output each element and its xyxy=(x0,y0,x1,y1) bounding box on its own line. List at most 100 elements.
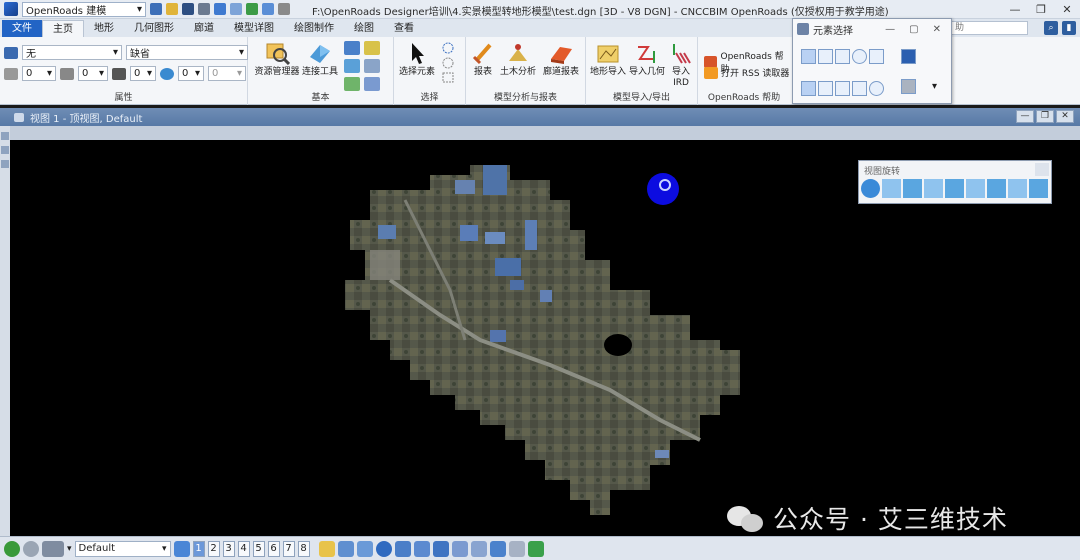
resource-manager-button[interactable]: 资源管理器 xyxy=(254,41,300,78)
new-file-icon[interactable] xyxy=(150,3,162,15)
levels-icon[interactable] xyxy=(364,41,380,55)
view-button-7[interactable]: 7 xyxy=(282,540,295,557)
pin-icon[interactable] xyxy=(246,3,258,15)
corner-tool-icon[interactable] xyxy=(470,540,487,557)
circle-tool-icon[interactable] xyxy=(375,540,392,557)
settings-icon[interactable] xyxy=(508,540,525,557)
redo-icon[interactable] xyxy=(230,3,242,15)
view-minimize-button[interactable]: — xyxy=(1016,110,1034,123)
selection-shape-icons[interactable] xyxy=(440,41,460,87)
priority-field[interactable]: 0 ▾ xyxy=(208,66,246,81)
set-mode-icon[interactable] xyxy=(801,81,816,96)
key-in-icon[interactable] xyxy=(364,77,380,91)
minimize-icon[interactable]: — xyxy=(885,24,895,35)
tab-geometry[interactable]: 几何图形 xyxy=(124,20,184,37)
color-field[interactable]: 0 ▾ xyxy=(22,66,56,81)
clear-selection-icon[interactable] xyxy=(901,49,916,64)
top-view-icon[interactable] xyxy=(882,179,901,198)
view-button-2[interactable]: 2 xyxy=(207,540,220,557)
workspace-dropdown[interactable]: OpenRoads 建模 ▾ xyxy=(22,1,146,17)
line-tool-icon[interactable] xyxy=(337,540,354,557)
tab-drawing[interactable]: 绘图 xyxy=(344,20,384,37)
view-tool-icon[interactable] xyxy=(1,160,9,168)
save-icon[interactable] xyxy=(182,3,194,15)
tab-terrain[interactable]: 地形 xyxy=(84,20,124,37)
shape-method-icon[interactable] xyxy=(835,49,850,64)
tab-home[interactable]: 主页 xyxy=(42,20,84,37)
rotate-view-icon[interactable] xyxy=(861,179,880,198)
back-icon[interactable] xyxy=(4,540,20,557)
view-maximize-button[interactable]: ❐ xyxy=(1036,110,1054,123)
search-icon[interactable]: ⌕ xyxy=(1044,21,1058,35)
view-groups-icon[interactable] xyxy=(42,540,64,557)
front-view-icon[interactable] xyxy=(903,179,922,198)
toggle-mode-icon[interactable] xyxy=(869,81,884,96)
fence-tool-icon[interactable] xyxy=(489,540,506,557)
view-button-6[interactable]: 6 xyxy=(267,540,280,557)
element-selection-dialog[interactable]: 元素选择 — ▢ ✕ ▾ xyxy=(792,18,952,104)
models-icon[interactable] xyxy=(344,41,360,55)
snap-icon[interactable] xyxy=(318,540,335,557)
model-dropdown[interactable]: Default xyxy=(74,540,171,557)
measure-tool-icon[interactable] xyxy=(451,540,468,557)
more-options-icon[interactable]: ▾ xyxy=(932,81,937,92)
rss-reader-button[interactable]: 打开 RSS 读取器 xyxy=(704,66,789,79)
restore-icon[interactable]: ▢ xyxy=(909,24,918,35)
community-icon[interactable]: ▮ xyxy=(1062,21,1076,35)
civil-analysis-button[interactable]: 土木分析 xyxy=(498,41,538,78)
close-icon[interactable] xyxy=(1035,163,1049,176)
circle-method-icon[interactable] xyxy=(852,49,867,64)
line-style-field[interactable]: 0 ▾ xyxy=(78,66,108,81)
views-dialog-icon[interactable] xyxy=(173,540,190,557)
left-view-icon[interactable] xyxy=(966,179,985,198)
block-method-icon[interactable] xyxy=(818,49,833,64)
tab-drawing-production[interactable]: 绘图制作 xyxy=(284,20,344,37)
close-icon[interactable]: ✕ xyxy=(933,24,941,35)
line-weight-field[interactable]: 0 ▾ xyxy=(130,66,156,81)
view-tool-icon[interactable] xyxy=(1,146,9,154)
line-method-icon[interactable] xyxy=(869,49,884,64)
level-dropdown[interactable]: 无 ▾ xyxy=(22,45,122,60)
print-icon[interactable] xyxy=(198,3,210,15)
app-logo-icon[interactable] xyxy=(4,2,18,16)
isometric-view-icon[interactable] xyxy=(1008,179,1027,198)
invert-mode-icon[interactable] xyxy=(852,81,867,96)
references-icon[interactable] xyxy=(344,59,360,73)
view-button-8[interactable]: 8 xyxy=(297,540,310,557)
open-folder-icon[interactable] xyxy=(166,3,178,15)
terrain-import-button[interactable]: 地形导入 xyxy=(588,41,628,78)
right-view-icon[interactable] xyxy=(924,179,943,198)
curve-tool-icon[interactable] xyxy=(413,540,430,557)
attach-tools-icon[interactable] xyxy=(364,59,380,73)
select-element-button[interactable]: 选择元素 xyxy=(396,41,438,78)
search-input[interactable]: 助 xyxy=(950,21,1028,35)
import-ird-button[interactable]: 导入 IRD xyxy=(668,41,694,89)
view-close-button[interactable]: ✕ xyxy=(1056,110,1074,123)
add-mode-icon[interactable] xyxy=(818,81,833,96)
tab-view[interactable]: 查看 xyxy=(384,20,424,37)
customize-icon[interactable] xyxy=(278,3,290,15)
select-all-icon[interactable] xyxy=(901,79,916,94)
attach-icon[interactable] xyxy=(262,3,274,15)
rotate-tool-icon[interactable] xyxy=(394,540,411,557)
accept-icon[interactable] xyxy=(527,540,544,557)
minimize-button[interactable]: — xyxy=(1002,0,1028,19)
cross-tool-icon[interactable] xyxy=(432,540,449,557)
view-button-1[interactable]: 1 xyxy=(192,540,205,557)
tab-file[interactable]: 文件 xyxy=(2,20,42,37)
view-rotation-toolbox[interactable]: 视图旋转 xyxy=(858,160,1052,204)
transparency-field[interactable]: 0 ▾ xyxy=(178,66,204,81)
forward-icon[interactable] xyxy=(23,540,39,557)
maximize-button[interactable]: ❐ xyxy=(1028,0,1054,19)
view-button-5[interactable]: 5 xyxy=(252,540,265,557)
individual-method-icon[interactable] xyxy=(801,49,816,64)
corridor-report-button[interactable]: 廊道报表 xyxy=(540,41,582,78)
subtract-mode-icon[interactable] xyxy=(835,81,850,96)
chevron-down-icon[interactable]: ▾ xyxy=(67,544,72,554)
view-button-4[interactable]: 4 xyxy=(237,540,250,557)
report-button[interactable]: 报表 xyxy=(468,41,498,78)
right-iso-view-icon[interactable] xyxy=(1029,179,1048,198)
tab-corridors[interactable]: 廊道 xyxy=(184,20,224,37)
bottom-view-icon[interactable] xyxy=(945,179,964,198)
close-button[interactable]: ✕ xyxy=(1054,0,1080,19)
